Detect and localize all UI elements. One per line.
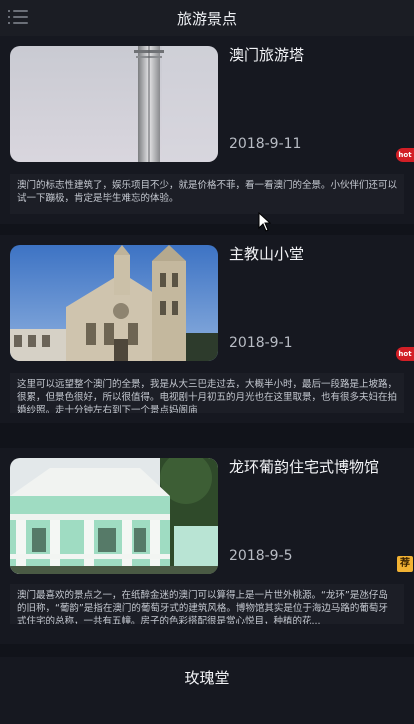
recommend-badge-icon: 荐 xyxy=(397,556,413,572)
attraction-description: 这里可以远望整个澳门的全景，我是从大三巴走过去，大概半小时，最后一段路是上坡路，… xyxy=(10,373,404,413)
attraction-card[interactable]: 龙环葡韵住宅式博物馆 2018-9-5 荐 澳门最喜欢的景点之一，在纸醉金迷的澳… xyxy=(0,448,414,644)
top-bar: 旅游景点 xyxy=(0,0,414,36)
attraction-date: 2018-9-1 xyxy=(229,335,293,351)
attraction-name: 澳门旅游塔 xyxy=(229,46,305,64)
attraction-card[interactable]: 玫瑰堂 xyxy=(0,657,414,724)
attraction-name: 主教山小堂 xyxy=(229,245,305,263)
hot-badge-icon: hot xyxy=(396,347,414,361)
attraction-photo xyxy=(10,245,218,361)
page-title: 旅游景点 xyxy=(176,10,237,28)
attraction-date: 2018-9-5 xyxy=(229,548,293,564)
attraction-name: 龙环葡韵住宅式博物馆 xyxy=(229,458,380,476)
attraction-name: 玫瑰堂 xyxy=(184,669,230,687)
attraction-card[interactable]: 澳门旅游塔 2018-9-11 hot 澳门的标志性建筑了，娱乐项目不少，就是价… xyxy=(0,36,414,224)
attraction-description: 澳门最喜欢的景点之一，在纸醉金迷的澳门可以算得上是一片世外桃源。“龙环”是氹仔岛… xyxy=(10,584,404,624)
attraction-card[interactable]: 主教山小堂 2018-9-1 hot 这里可以远望整个澳门的全景，我是从大三巴走… xyxy=(0,235,414,423)
mouse-cursor-icon xyxy=(258,211,272,236)
attraction-photo xyxy=(10,46,218,162)
attraction-description: 澳门的标志性建筑了，娱乐项目不少，就是价格不菲，看一看澳门的全景。小伙伴们还可以… xyxy=(10,174,404,214)
attraction-date: 2018-9-11 xyxy=(229,136,302,152)
attraction-photo xyxy=(10,458,218,574)
hot-badge-icon: hot xyxy=(396,148,414,162)
